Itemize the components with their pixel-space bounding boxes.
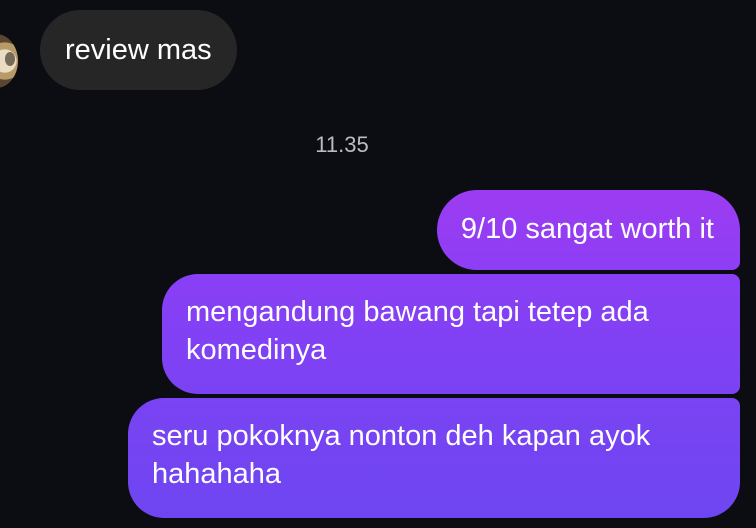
outgoing-message-text: komedinya [186,334,327,366]
incoming-message-bubble[interactable]: review mas [40,10,237,90]
message-timestamp: 11.35 [315,132,369,157]
outgoing-message-text: 9/10 sangat worth it [460,213,714,245]
outgoing-message-text: hahahaha [152,458,282,490]
outgoing-message-text: seru pokoknya nonton deh kapan ayok [152,420,651,452]
sender-avatar[interactable] [0,34,18,88]
outgoing-message-bubble[interactable]: mengandung bawang tapi tetep ada komedin… [162,274,740,394]
outgoing-message-bubble[interactable]: seru pokoknya nonton deh kapan ayok haha… [128,398,740,518]
outgoing-message-bubble[interactable]: 9/10 sangat worth it [436,190,740,270]
outgoing-message-text: mengandung bawang tapi tetep ada [186,296,649,328]
incoming-message-text: review mas [65,34,212,66]
